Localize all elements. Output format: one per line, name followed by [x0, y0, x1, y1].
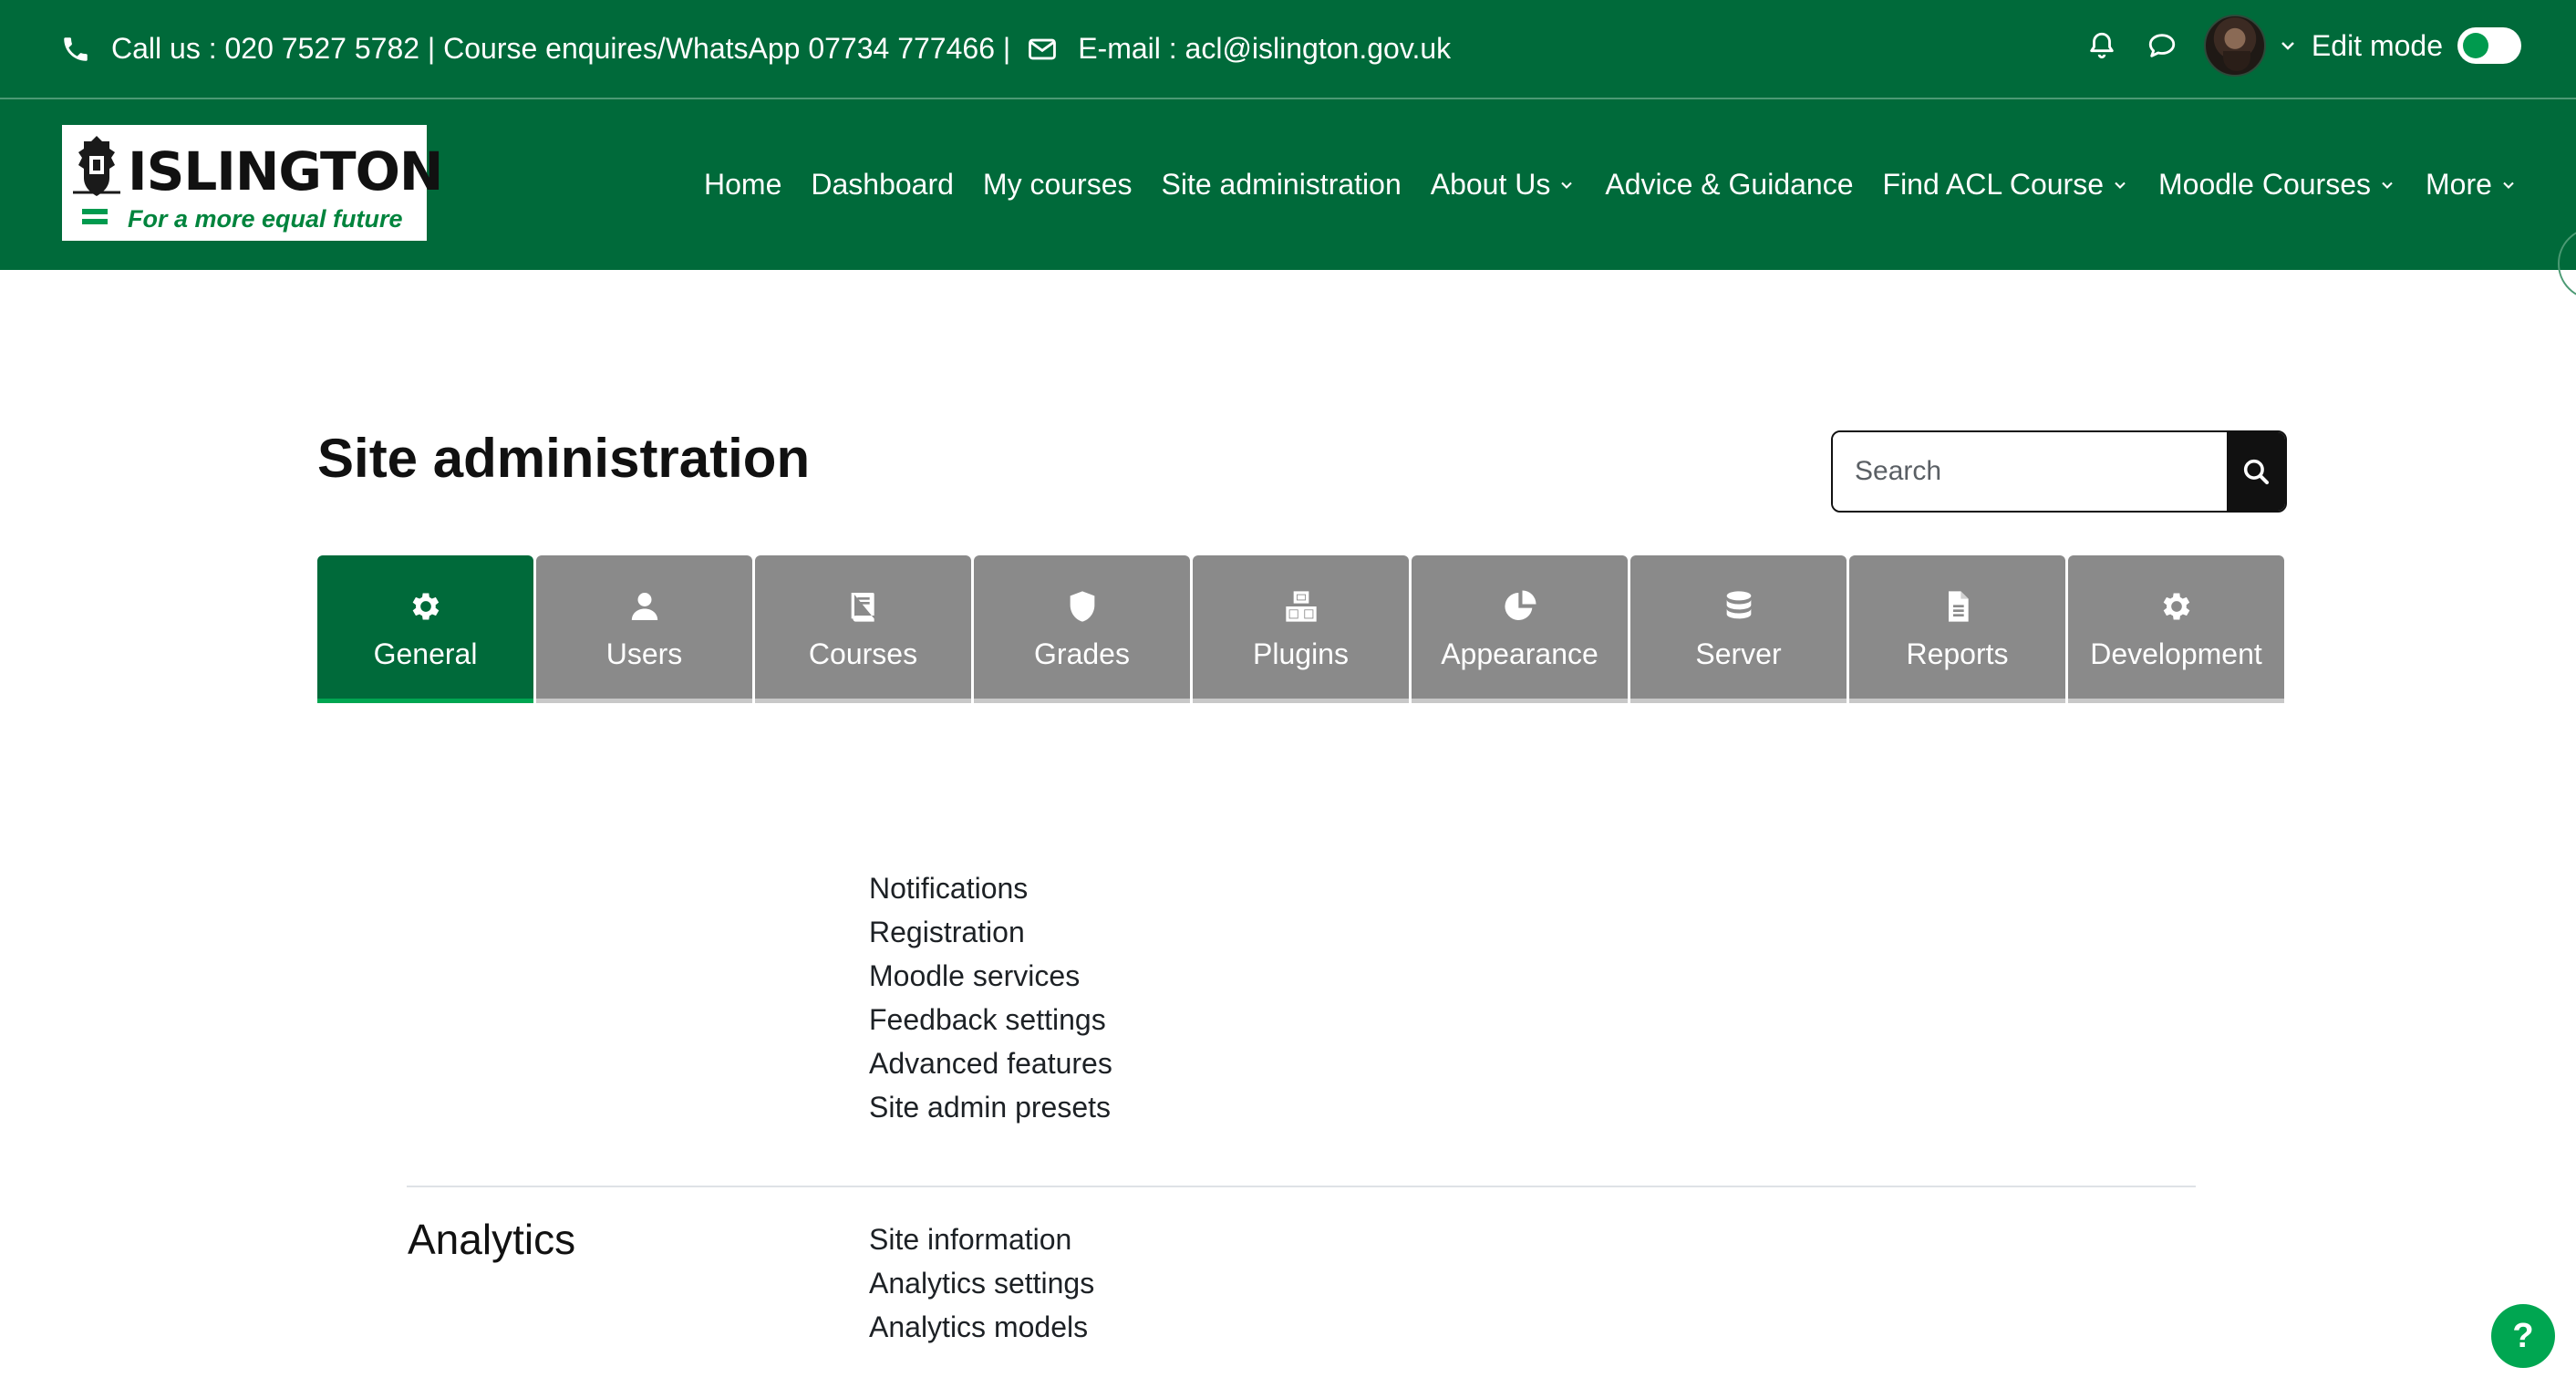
cubes-icon [1283, 588, 1319, 625]
nav-about-us[interactable]: About Us [1431, 168, 1577, 202]
nav-dashboard[interactable]: Dashboard [811, 168, 954, 202]
message-bubble-icon[interactable] [2144, 27, 2180, 64]
shield-icon [1064, 588, 1101, 625]
edit-mode-toggle[interactable] [2457, 27, 2521, 64]
top-contact-bar: Call us : 020 7527 5782 | Course enquire… [0, 0, 2576, 99]
logo-equal-bars [82, 209, 108, 229]
primary-menu: Home Dashboard My courses Site administr… [704, 99, 2518, 270]
chevron-down-icon [1557, 176, 1576, 194]
tab-development[interactable]: Development [2068, 555, 2284, 703]
nav-advice-guidance[interactable]: Advice & Guidance [1605, 168, 1853, 202]
tab-general[interactable]: General [317, 555, 533, 703]
admin-search [1831, 430, 2287, 513]
user-navigation: Edit mode [2084, 0, 2521, 91]
tab-appearance[interactable]: Appearance [1412, 555, 1628, 703]
database-icon [1721, 588, 1757, 625]
logo-wordmark: ISLINGTON [128, 140, 443, 202]
drawer-toggle[interactable] [2558, 227, 2576, 300]
general-settings-list: Notifications Registration Moodle servic… [869, 866, 1112, 1129]
search-button[interactable] [2227, 432, 2285, 511]
link-analytics-settings[interactable]: Analytics settings [869, 1261, 1094, 1305]
contact-text: Call us : 020 7527 5782 | Course enquire… [111, 32, 1011, 65]
chevron-down-icon [2378, 176, 2396, 194]
nav-my-courses[interactable]: My courses [983, 168, 1133, 202]
tab-label: Server [1695, 637, 1782, 670]
tab-label: Users [605, 637, 683, 670]
search-icon [2243, 459, 2270, 485]
chevron-down-icon [2499, 176, 2518, 194]
user-icon [626, 588, 663, 625]
page-title: Site administration [317, 428, 811, 489]
contact-info: Call us : 020 7527 5782 | Course enquire… [60, 0, 1451, 98]
chevron-down-icon[interactable] [2277, 35, 2299, 57]
main-navbar: ISLINGTON For a more equal future Home D… [0, 99, 2576, 300]
edit-mode-label: Edit mode [2311, 28, 2443, 62]
tab-label: Reports [1906, 637, 2009, 670]
tab-label: Grades [1034, 637, 1130, 670]
tab-label: Development [2090, 637, 2262, 670]
tab-users[interactable]: Users [536, 555, 752, 703]
section-divider [407, 1186, 2196, 1187]
logo-tagline: For a more equal future [128, 205, 403, 233]
section-title-analytics[interactable]: Analytics [408, 1215, 575, 1264]
tab-label: Plugins [1253, 637, 1349, 670]
nav-find-acl-course[interactable]: Find ACL Course [1883, 168, 2129, 202]
user-avatar[interactable] [2203, 15, 2266, 77]
analytics-settings-list: Site information Analytics settings Anal… [869, 1217, 1094, 1349]
file-icon [1940, 588, 1976, 625]
tab-label: Courses [808, 637, 918, 670]
tab-server[interactable]: Server [1630, 555, 1847, 703]
link-moodle-services[interactable]: Moodle services [869, 954, 1112, 998]
tab-courses[interactable]: Courses [755, 555, 971, 703]
tab-reports[interactable]: Reports [1849, 555, 2065, 703]
tab-label: General [373, 637, 478, 670]
nav-more[interactable]: More [2426, 168, 2518, 202]
tab-plugins[interactable]: Plugins [1193, 555, 1409, 703]
book-icon [845, 588, 882, 625]
admin-tabs: General Users Courses Grades Plugins App… [317, 555, 2284, 703]
bell-icon[interactable] [2084, 27, 2120, 64]
link-site-information[interactable]: Site information [869, 1217, 1094, 1261]
link-registration[interactable]: Registration [869, 910, 1112, 954]
envelope-icon [1027, 34, 1058, 65]
link-feedback-settings[interactable]: Feedback settings [869, 998, 1112, 1041]
gear-icon [2158, 588, 2195, 625]
search-input[interactable] [1833, 432, 2227, 511]
link-notifications[interactable]: Notifications [869, 866, 1112, 910]
link-site-admin-presets[interactable]: Site admin presets [869, 1085, 1112, 1129]
help-label: ? [2512, 1316, 2534, 1355]
help-button[interactable]: ? [2491, 1304, 2555, 1368]
tab-grades[interactable]: Grades [974, 555, 1190, 703]
islington-logo[interactable]: ISLINGTON For a more equal future [62, 125, 443, 241]
nav-site-administration[interactable]: Site administration [1162, 168, 1402, 202]
pie-chart-icon [1502, 588, 1538, 625]
link-advanced-features[interactable]: Advanced features [869, 1041, 1112, 1085]
tab-label: Appearance [1441, 637, 1598, 670]
gear-icon [408, 588, 444, 625]
phone-icon [60, 34, 91, 65]
link-analytics-models[interactable]: Analytics models [869, 1305, 1094, 1349]
nav-home[interactable]: Home [704, 168, 781, 202]
nav-moodle-courses[interactable]: Moodle Courses [2158, 168, 2396, 202]
crest-icon [73, 136, 120, 196]
chevron-down-icon [2111, 176, 2129, 194]
email-link[interactable]: E-mail : acl@islington.gov.uk [1078, 32, 1451, 66]
